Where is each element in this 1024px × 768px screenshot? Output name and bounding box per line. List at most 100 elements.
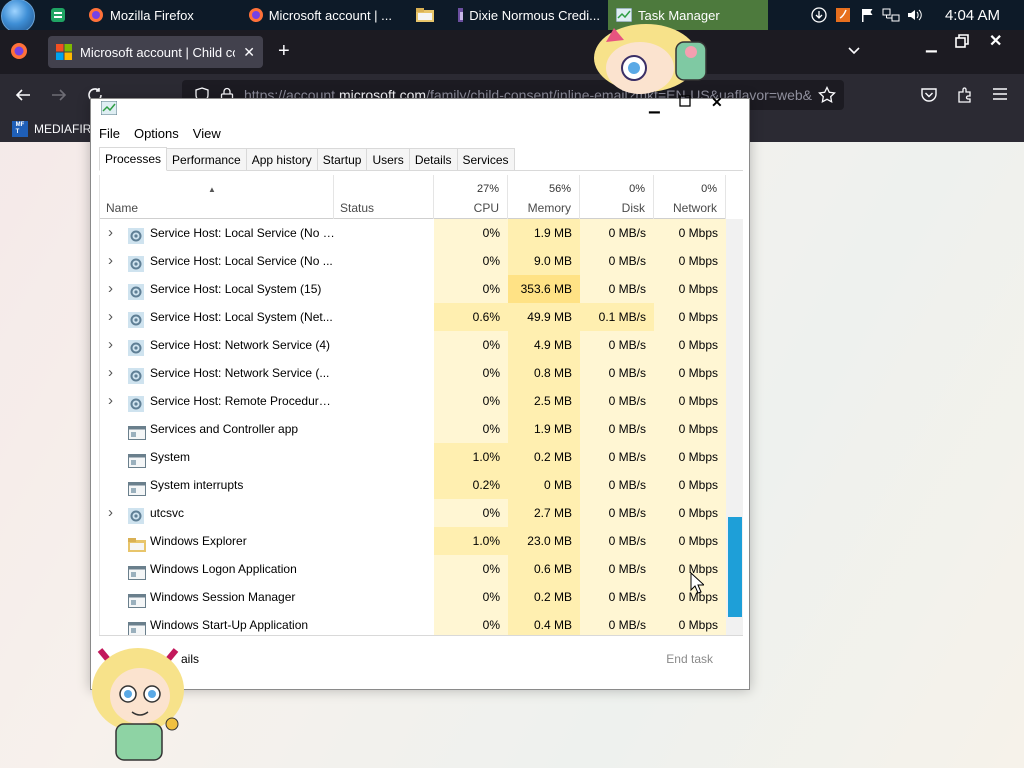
menu-view[interactable]: View — [193, 126, 221, 141]
pocket-icon[interactable] — [920, 86, 938, 107]
tab-services[interactable]: Services — [456, 148, 515, 170]
menu-file[interactable]: File — [99, 126, 120, 141]
table-row[interactable]: › Service Host: Remote Procedure... 0% 2.5 … — [100, 387, 726, 415]
service-gear-icon — [128, 310, 144, 328]
firefox-menu-icon[interactable] — [10, 42, 28, 63]
table-row[interactable]: Windows Explorer 1.0% 23.0 MB 0 MB/s 0 Mbps — [100, 527, 726, 555]
process-disk-value: 0 MB/s — [608, 506, 646, 520]
taskbar-task-dixie[interactable]: Dixie Normous Credi... — [450, 0, 608, 30]
tab-app-history[interactable]: App history — [245, 148, 318, 170]
column-label: Name — [106, 201, 139, 215]
table-row[interactable]: › Service Host: Network Service (4) 0% 4.9 … — [100, 331, 726, 359]
window-close-icon[interactable]: ✕ — [989, 31, 1002, 51]
new-tab-icon[interactable]: + — [278, 41, 290, 61]
expand-chevron-icon[interactable]: › — [108, 499, 120, 527]
flag-icon[interactable] — [855, 0, 879, 30]
table-row[interactable]: Services and Controller app 0% 1.9 MB 0 MB/… — [100, 415, 726, 443]
end-task-button[interactable]: End task — [666, 652, 713, 666]
tab-microsoft-account[interactable]: Microsoft account | Child consent ✕ — [48, 36, 263, 68]
volume-icon[interactable] — [903, 0, 927, 30]
clock[interactable]: 4:04 AM — [927, 7, 1024, 24]
tab-processes[interactable]: Processes — [99, 147, 168, 171]
process-network-value: 0 Mbps — [678, 310, 718, 324]
table-row[interactable]: System interrupts 0.2% 0 MB 0 MB/s 0 Mbps — [100, 471, 726, 499]
taskbar-task-explorer[interactable] — [400, 0, 450, 30]
table-row[interactable]: Windows Session Manager 0% 0.2 MB 0 MB/s 0 M… — [100, 583, 726, 611]
download-icon[interactable] — [807, 0, 831, 30]
column-header-name[interactable]: Name — [100, 175, 334, 219]
table-row[interactable]: › Service Host: Local Service (No I... 0% 1… — [100, 219, 726, 247]
service-gear-icon — [128, 226, 144, 244]
expand-chevron-icon[interactable]: › — [108, 387, 120, 415]
application-window-icon — [128, 478, 146, 496]
expand-chevron-icon[interactable]: › — [108, 303, 120, 331]
minimize-icon[interactable]: ▁ — [926, 36, 937, 53]
tab-users[interactable]: Users — [366, 148, 410, 170]
table-row[interactable]: Windows Start-Up Application 0% 0.4 MB 0 MB… — [100, 611, 726, 635]
process-network-value: 0 Mbps — [678, 450, 718, 464]
tab-performance[interactable]: Performance — [166, 148, 247, 170]
table-row[interactable]: › Service Host: Local System (15) 0% 353.6 … — [100, 275, 726, 303]
taskbar-task-label: Microsoft account | ... — [268, 7, 392, 23]
list-tabs-chevron-down-icon[interactable] — [846, 42, 862, 61]
application-window-icon — [128, 562, 146, 580]
process-memory-value: 0.4 MB — [533, 618, 572, 632]
taskbar-task-microsoft-account[interactable]: Microsoft account | ... — [240, 0, 400, 30]
restore-icon[interactable] — [954, 33, 970, 52]
table-row[interactable]: › utcsvc 0% 2.7 MB 0 MB/s 0 Mbps — [100, 499, 726, 527]
network-icon[interactable] — [879, 0, 903, 30]
system-tray: 4:04 AM — [807, 0, 1024, 30]
process-memory-value: 2.7 MB — [533, 506, 572, 520]
table-row[interactable]: › Service Host: Local Service (No ... 0% 9.… — [100, 247, 726, 275]
expand-chevron-icon[interactable]: › — [108, 219, 120, 247]
table-row[interactable]: System 1.0% 0.2 MB 0 MB/s 0 Mbps — [100, 443, 726, 471]
expand-chevron-icon[interactable]: › — [108, 247, 120, 275]
taskbar-task-label: Dixie Normous Credi... — [469, 7, 600, 23]
process-cpu-value: 0% — [482, 506, 500, 520]
tab-details[interactable]: Details — [408, 148, 458, 170]
cartoon-sticker-bottom — [86, 640, 190, 768]
forward-arrow-icon[interactable] — [50, 86, 68, 107]
back-arrow-icon[interactable] — [14, 86, 32, 107]
process-cpu-value: 0% — [482, 282, 500, 296]
taskbar-task-firefox[interactable]: Mozilla Firefox — [80, 0, 240, 30]
column-header-cpu[interactable]: 27% CPU — [434, 175, 508, 219]
tab-close-icon[interactable]: ✕ — [243, 44, 255, 61]
application-window-icon — [128, 450, 146, 468]
scrollbar-thumb[interactable] — [728, 517, 742, 617]
bookmark-star-icon[interactable] — [818, 85, 836, 107]
process-cpu-value: 0% — [482, 338, 500, 352]
process-disk-value: 0 MB/s — [608, 618, 646, 632]
java-update-icon[interactable] — [831, 0, 855, 30]
column-header-disk[interactable]: 0% Disk — [580, 175, 654, 219]
menu-options[interactable]: Options — [134, 126, 179, 141]
expand-chevron-icon[interactable]: › — [108, 359, 120, 387]
tab-startup[interactable]: Startup — [316, 148, 368, 170]
service-gear-icon — [128, 366, 144, 384]
table-row[interactable]: › Service Host: Local System (Net... 0.6% 4… — [100, 303, 726, 331]
taskbar-sheets-app[interactable] — [36, 0, 80, 30]
service-gear-icon — [128, 394, 144, 412]
task-manager-window: ▁ ✕ File Options View Processes Performa… — [90, 94, 750, 690]
process-name: Service Host: Network Service (4) — [150, 338, 331, 352]
extensions-icon[interactable] — [956, 86, 974, 107]
hamburger-menu-icon[interactable] — [992, 86, 1008, 105]
window-icon — [458, 8, 464, 22]
taskbar: Mozilla Firefox Microsoft account | ... … — [0, 0, 1024, 33]
mediafire-logo-icon: MF T — [12, 121, 28, 137]
process-network-value: 0 Mbps — [678, 534, 718, 548]
process-table: ▲ Name Status 27% CPU 56% Memory 0% Disk… — [99, 175, 743, 635]
vertical-scrollbar[interactable] — [726, 219, 743, 635]
task-manager-titlebar[interactable]: ▁ ✕ — [91, 94, 749, 121]
process-memory-value: 1.9 MB — [533, 226, 572, 240]
process-disk-value: 0 MB/s — [608, 282, 646, 296]
table-row[interactable]: Windows Logon Application 0% 0.6 MB 0 MB/s 0… — [100, 555, 726, 583]
tab-title: Microsoft account | Child consent — [80, 44, 235, 60]
expand-chevron-icon[interactable]: › — [108, 331, 120, 359]
start-button[interactable] — [0, 0, 36, 33]
column-header-network[interactable]: 0% Network — [654, 175, 726, 219]
expand-chevron-icon[interactable]: › — [108, 275, 120, 303]
table-row[interactable]: › Service Host: Network Service (... 0% 0.8… — [100, 359, 726, 387]
column-header-status[interactable]: Status — [334, 175, 434, 219]
column-header-memory[interactable]: 56% Memory — [508, 175, 580, 219]
